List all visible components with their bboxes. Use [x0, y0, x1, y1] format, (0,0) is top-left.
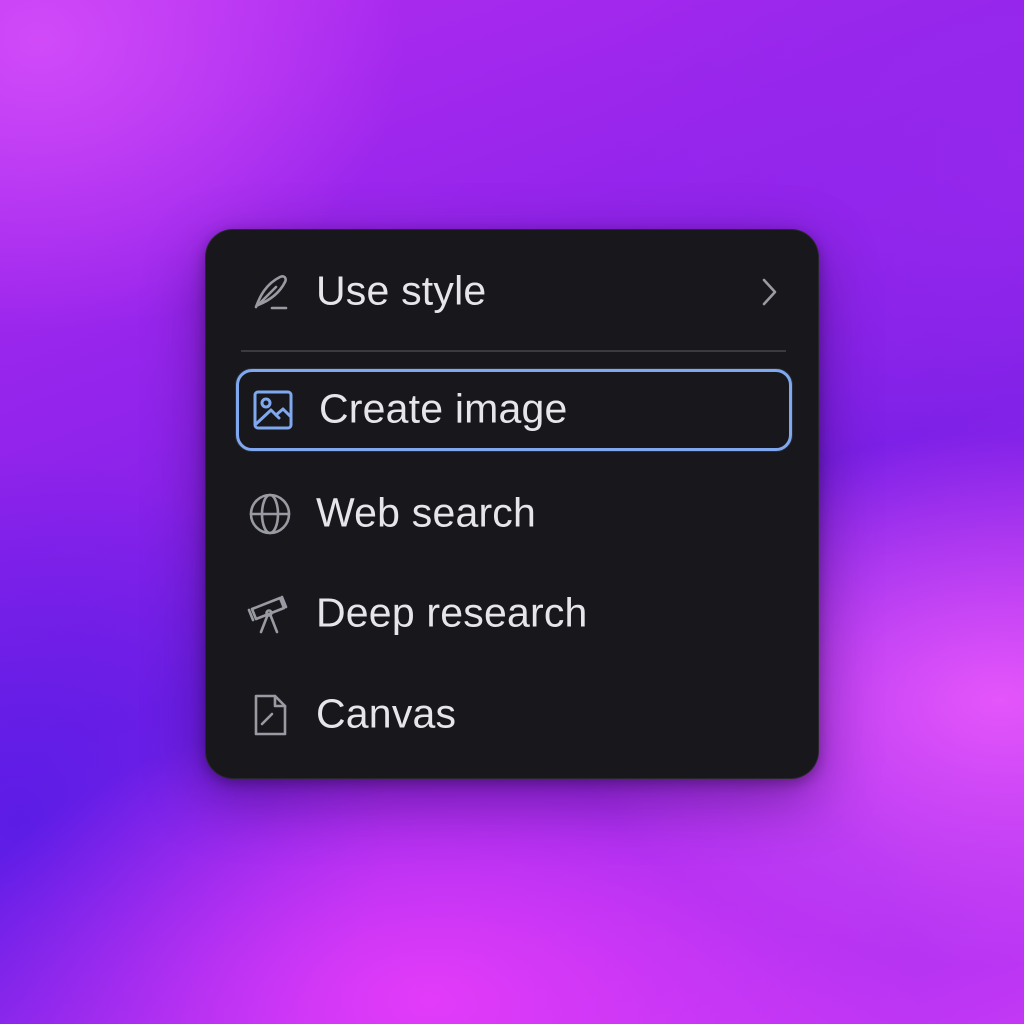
image-icon: [249, 386, 297, 434]
chevron-right-icon: [756, 272, 782, 312]
menu-item-create-image[interactable]: Create image: [236, 369, 792, 451]
telescope-icon: [246, 590, 294, 638]
feather-pen-icon: [246, 268, 294, 316]
menu-item-label: Create image: [319, 385, 568, 432]
menu-item-web-search[interactable]: Web search: [236, 473, 792, 555]
tools-menu: Use style Create image Web search Deep r…: [205, 229, 819, 779]
document-icon: [246, 691, 294, 739]
globe-icon: [246, 490, 294, 538]
menu-divider: [241, 350, 786, 352]
menu-item-label: Canvas: [316, 690, 457, 737]
menu-item-use-style[interactable]: Use style: [236, 251, 792, 333]
menu-item-canvas[interactable]: Canvas: [236, 674, 792, 756]
menu-item-label: Web search: [316, 489, 537, 536]
menu-item-label: Deep research: [316, 589, 588, 636]
menu-item-deep-research[interactable]: Deep research: [236, 573, 792, 655]
menu-item-label: Use style: [316, 267, 487, 314]
